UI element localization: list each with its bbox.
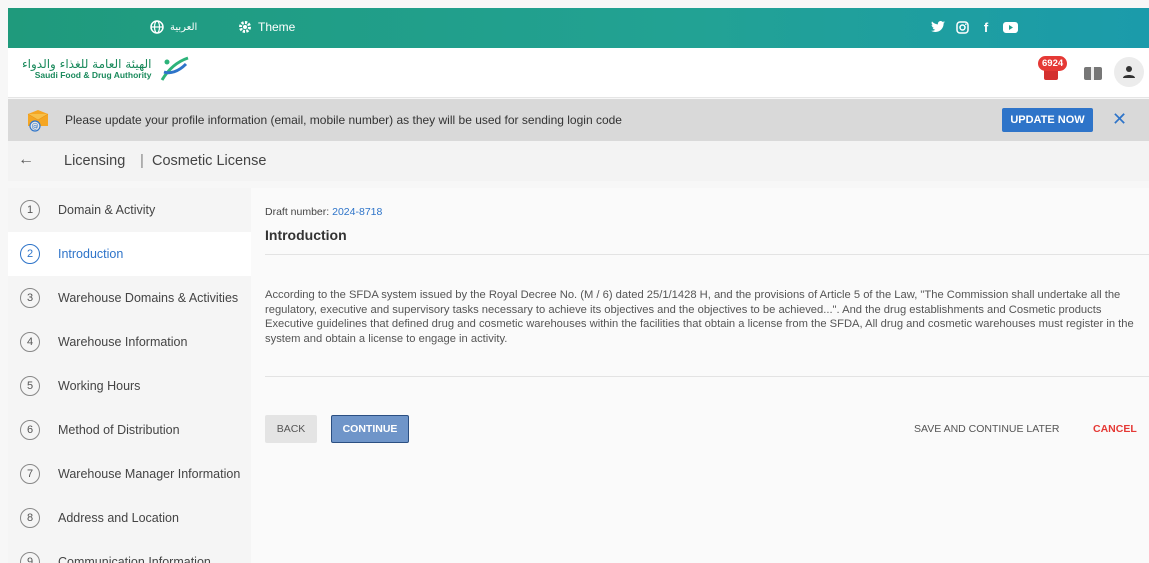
step-label: Address and Location [58,511,179,525]
step-number: 4 [20,332,40,352]
step-label: Introduction [58,247,124,261]
gift-icon[interactable] [1084,67,1102,80]
twitter-icon[interactable] [930,19,946,35]
sfda-logo[interactable]: الهيئة العامة للغذاء والدواء Saudi Food … [22,56,190,82]
update-now-button[interactable]: UPDATE NOW [1002,108,1093,132]
step-number: 1 [20,200,40,220]
step-number: 7 [20,464,40,484]
user-icon [1123,66,1135,78]
step-domain-activity[interactable]: 1 Domain & Activity [8,188,251,232]
breadcrumb: ← Licensing | Cosmetic License [8,141,1149,181]
step-label: Method of Distribution [58,423,180,437]
main-content: Draft number: 2024-8718 Introduction Acc… [251,188,1149,563]
globe-icon [150,20,164,34]
step-label: Communication Information [58,555,211,563]
continue-button[interactable]: CONTINUE [331,415,409,443]
breadcrumb-separator: | [140,152,144,169]
logo-english-text: Saudi Food & Drug Authority [34,69,152,80]
breadcrumb-section[interactable]: Licensing [64,153,125,169]
save-continue-later-button[interactable]: SAVE AND CONTINUE LATER [914,423,1059,435]
step-warehouse-manager[interactable]: 7 Warehouse Manager Information [8,452,251,496]
user-avatar[interactable] [1114,57,1144,87]
facebook-icon[interactable]: f [978,19,994,35]
back-button[interactable]: BACK [265,415,317,443]
step-label: Warehouse Manager Information [58,467,241,481]
youtube-icon[interactable] [1002,19,1018,35]
step-number: 2 [20,244,40,264]
step-address-location[interactable]: 8 Address and Location [8,496,251,540]
step-warehouse-information[interactable]: 4 Warehouse Information [8,320,251,364]
steps-sidebar: 1 Domain & Activity 2 Introduction 3 War… [8,188,251,563]
draft-label: Draft number: [265,206,330,218]
breadcrumb-page: Cosmetic License [152,153,267,169]
draft-number: 2024-8718 [332,206,383,218]
top-bar: العربية Theme f [8,8,1149,48]
notification-badge: 6924 [1038,56,1068,71]
logo-arabic-text: الهيئة العامة للغذاء والدواء [22,56,152,71]
language-switch[interactable]: العربية [150,20,197,34]
step-number: 8 [20,508,40,528]
svg-text:@: @ [32,123,39,131]
step-label: Working Hours [58,379,141,393]
site-header: الهيئة العامة للغذاء والدواء Saudi Food … [8,48,1149,98]
social-links: f [930,19,1018,35]
step-label: Domain & Activity [58,203,156,217]
step-number: 3 [20,288,40,308]
banner-message: Please update your profile information (… [65,113,622,127]
theme-toggle[interactable]: Theme [238,20,295,34]
step-label: Warehouse Information [58,335,188,349]
envelope-at-icon: @ [27,110,49,132]
step-number: 5 [20,376,40,396]
instagram-icon[interactable] [954,19,970,35]
profile-update-banner: @ Please update your profile information… [8,99,1149,141]
step-label: Warehouse Domains & Activities [58,291,239,305]
draft-info: Draft number: 2024-8718 [265,206,382,218]
back-arrow-icon[interactable]: ← [18,151,34,169]
step-warehouse-domains[interactable]: 3 Warehouse Domains & Activities [8,276,251,320]
language-label: العربية [170,21,198,33]
step-working-hours[interactable]: 5 Working Hours [8,364,251,408]
theme-label: Theme [258,20,296,34]
notifications-button[interactable]: 6924 [1038,56,1072,88]
sfda-logo-mark [160,56,189,81]
introduction-text: According to the SFDA system issued by t… [265,289,1134,345]
gear-icon [239,21,251,33]
step-number: 9 [20,552,40,563]
step-communication-information[interactable]: 9 Communication Information [8,540,251,563]
step-introduction[interactable]: 2 Introduction [8,232,251,276]
step-number: 6 [20,420,40,440]
divider [265,254,1149,255]
cancel-button[interactable]: CANCEL [1093,423,1137,435]
page-title: Introduction [265,227,347,243]
divider [265,376,1149,377]
step-method-of-distribution[interactable]: 6 Method of Distribution [8,408,251,452]
close-icon[interactable]: ✕ [1112,109,1127,130]
